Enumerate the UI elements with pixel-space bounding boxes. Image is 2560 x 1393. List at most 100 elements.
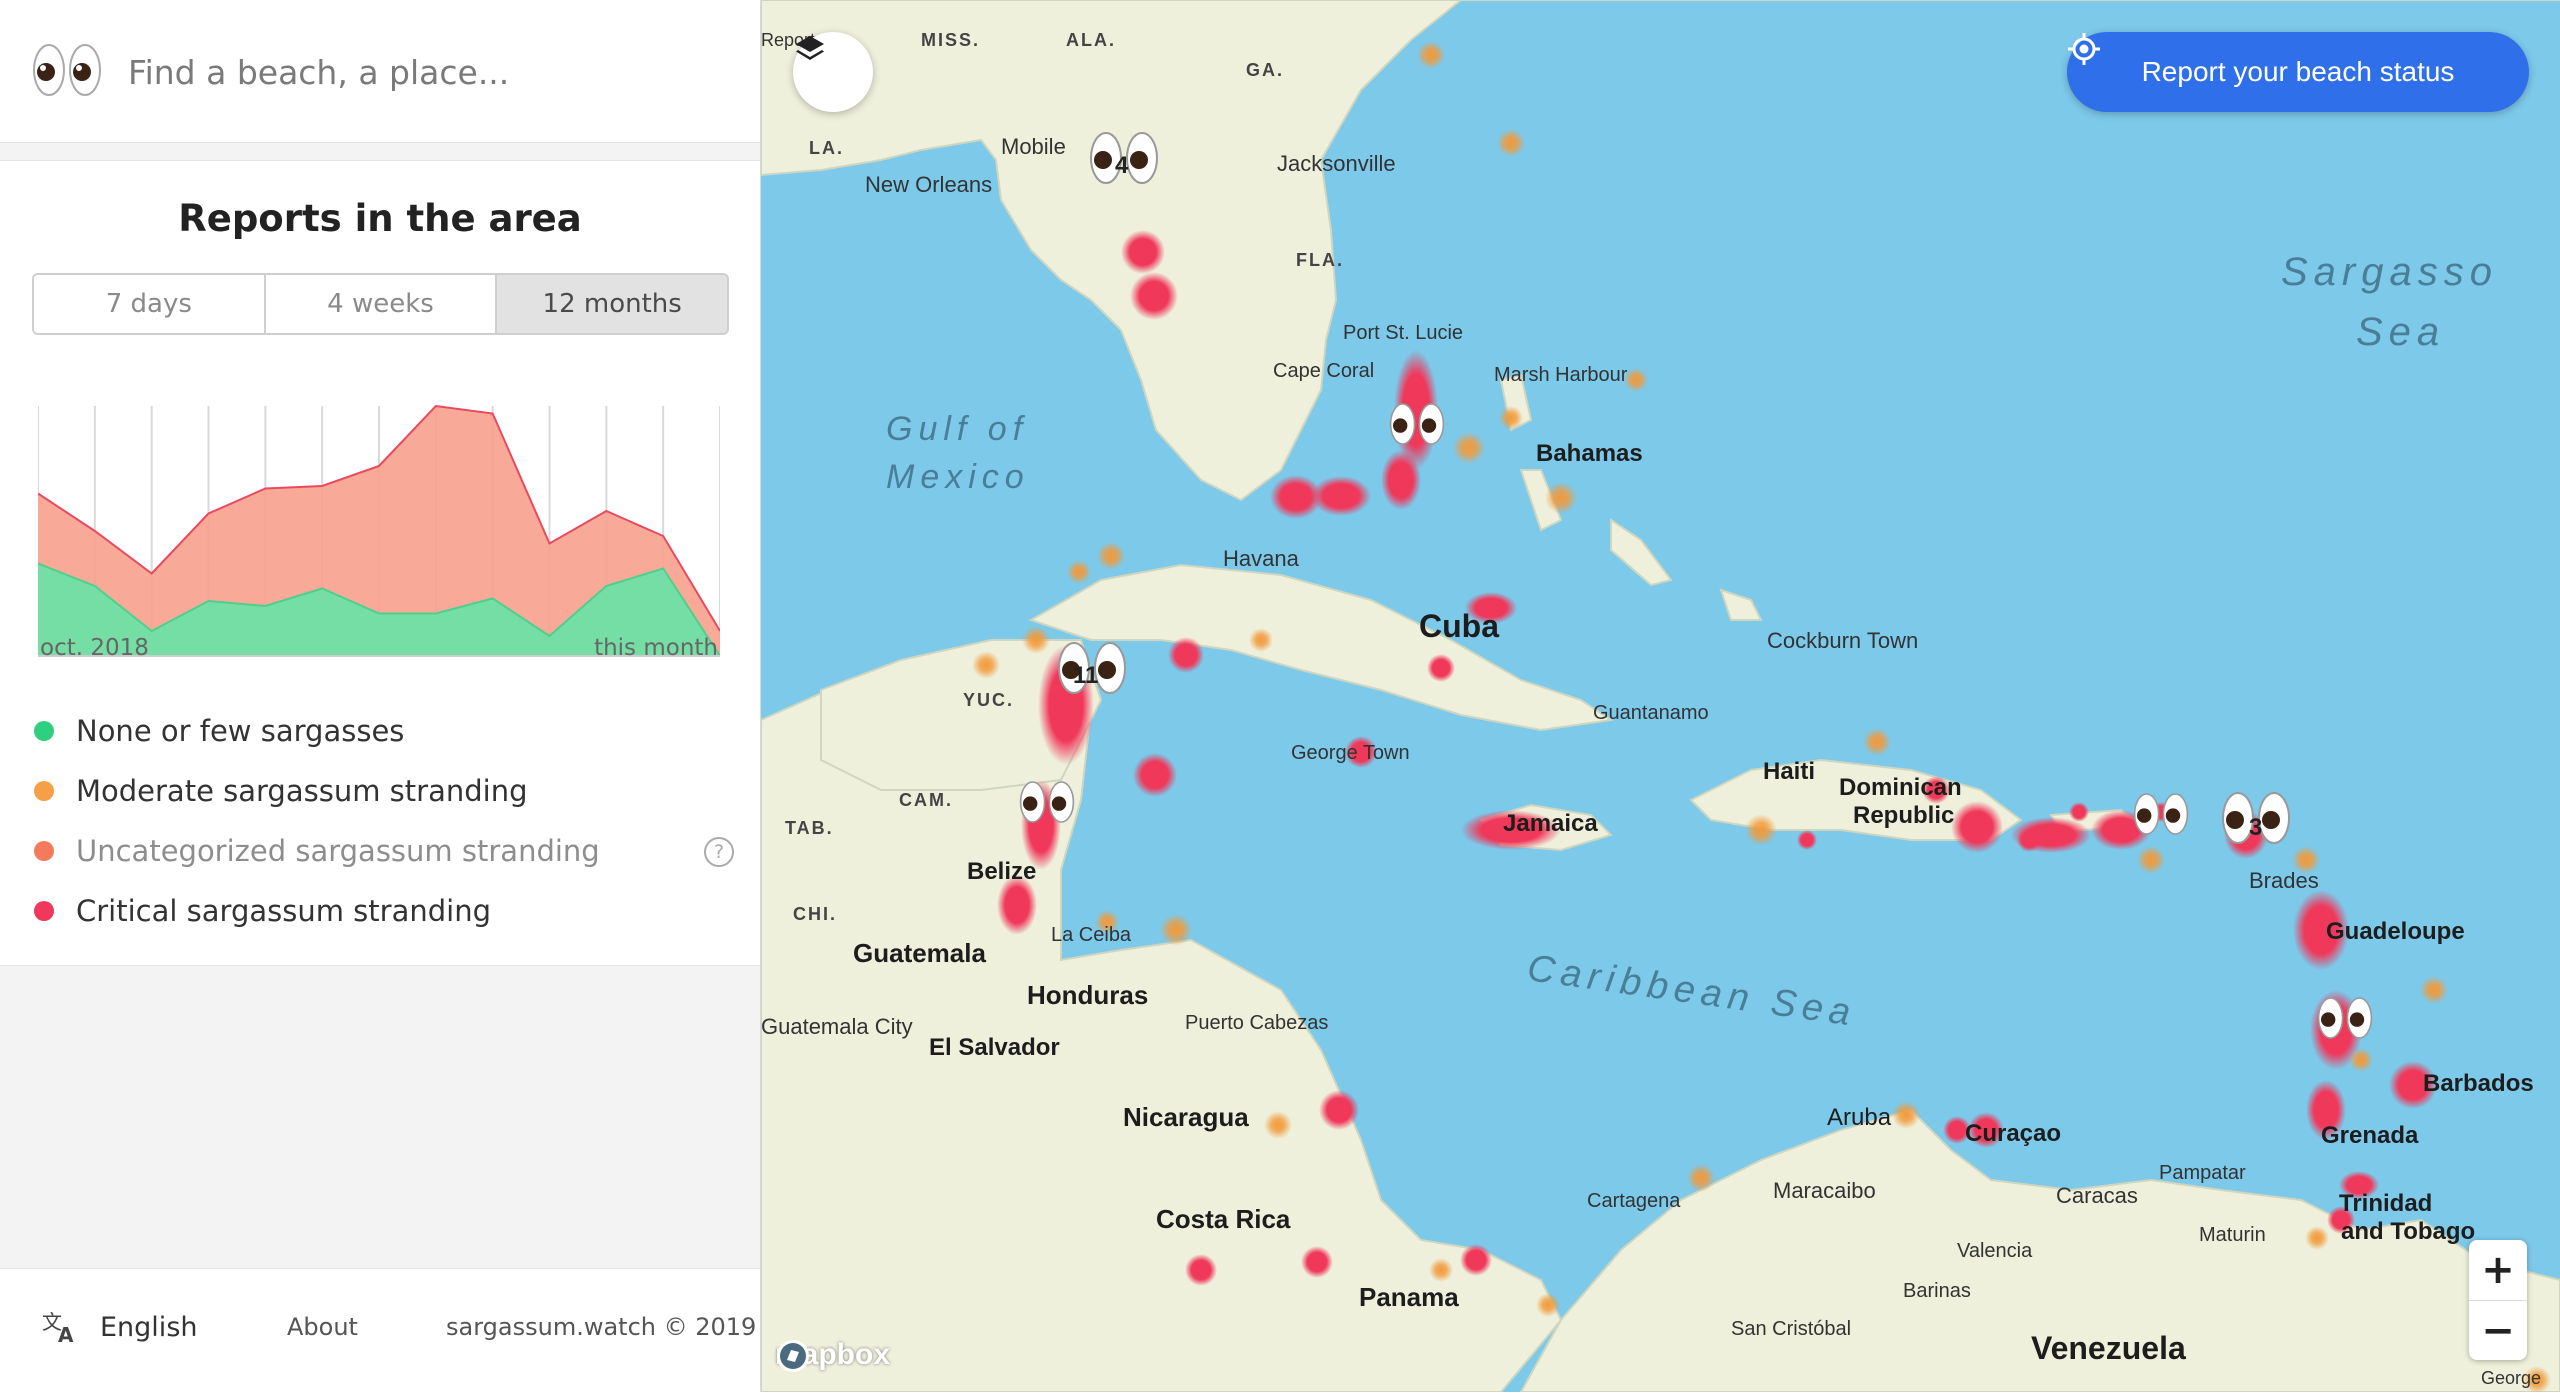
country-label: Costa Rica	[1156, 1204, 1291, 1234]
footer: 文 A English About sargassum.watch © 2019	[0, 1268, 760, 1393]
state-label: CHI.	[793, 904, 837, 924]
legend-item-none: None or few sargasses	[34, 701, 734, 761]
language-label: English	[100, 1311, 198, 1343]
eyes-marker-icon[interactable]	[1389, 400, 1445, 448]
zoom-control: + −	[2469, 1240, 2527, 1360]
translate-icon: 文 A	[42, 1310, 74, 1345]
legend-item-uncategorized: Uncategorized sargassum stranding ?	[34, 821, 734, 881]
country-label: Cuba	[1419, 608, 1499, 644]
city-label: Havana	[1223, 546, 1299, 571]
about-link[interactable]: About	[287, 1313, 358, 1341]
eyes-logo-icon	[33, 44, 101, 96]
legend-label: None or few sargasses	[76, 714, 405, 748]
country-label: Trinidad	[2339, 1190, 2433, 1217]
city-label: Cockburn Town	[1767, 628, 1919, 653]
state-label: TAB.	[785, 818, 834, 838]
country-label: Dominican	[1839, 774, 1962, 801]
city-label: Jacksonville	[1277, 151, 1396, 176]
city-label: Caracas	[2056, 1183, 2138, 1208]
country-label: Venezuela	[2031, 1330, 2186, 1366]
state-label: CAM.	[899, 790, 953, 810]
sidebar: Reports in the area 7 days 4 weeks 12 mo…	[0, 0, 761, 1393]
help-icon[interactable]: ?	[704, 837, 734, 867]
legend-label: Critical sargassum stranding	[76, 894, 491, 928]
zoom-out-button[interactable]: −	[2469, 1301, 2527, 1361]
legend-item-moderate: Moderate sargassum stranding	[34, 761, 734, 821]
cluster-count: 3	[2249, 814, 2263, 841]
sea-label-mexico: Mexico	[886, 458, 1030, 496]
reports-panel: Reports in the area 7 days 4 weeks 12 mo…	[0, 160, 760, 966]
tab-4-weeks[interactable]: 4 weeks	[265, 275, 498, 333]
legend-dot-orange	[34, 781, 54, 801]
city-label: Marsh Harbour	[1494, 364, 1628, 386]
country-label: Panama	[1359, 1282, 1459, 1312]
language-selector[interactable]: 文 A English	[40, 1309, 198, 1345]
sea-label-sargasso: Sargasso	[2281, 250, 2498, 294]
country-label: Guadeloupe	[2326, 918, 2465, 945]
city-label: Cape Coral	[1273, 360, 1375, 382]
country-label: El Salvador	[929, 1034, 1060, 1061]
map-attribution: George	[2481, 1368, 2542, 1388]
state-label: GA.	[1246, 60, 1285, 80]
country-label: Guatemala	[853, 938, 986, 968]
land-bahamas	[1499, 373, 1763, 621]
svg-text:A: A	[58, 1323, 74, 1345]
country-label: Barbados	[2423, 1070, 2534, 1097]
search-bar	[0, 0, 760, 143]
eyes-marker-icon[interactable]	[2133, 790, 2189, 838]
eyes-marker-icon[interactable]	[1019, 778, 1075, 826]
city-label: Mobile	[1001, 134, 1066, 159]
layers-button[interactable]	[793, 32, 873, 112]
map-base-layer	[761, 0, 2560, 1392]
search-input[interactable]	[126, 36, 730, 108]
city-label: Guantanamo	[1593, 702, 1709, 724]
sea-label-gulf: Gulf of	[886, 410, 1029, 448]
city-label: New Orleans	[865, 172, 993, 197]
city-label: Maracaibo	[1773, 1178, 1876, 1203]
city-label: Cartagena	[1587, 1190, 1681, 1212]
locate-icon	[2068, 33, 2100, 65]
sea-label-sea: Sea	[2356, 310, 2446, 354]
mapbox-icon	[777, 1340, 809, 1372]
period-tabs: 7 days 4 weeks 12 months	[32, 273, 729, 335]
state-label: LA.	[809, 138, 844, 158]
mapbox-logo[interactable]: mapbox	[775, 1338, 890, 1372]
legend-label: Moderate sargassum stranding	[76, 774, 528, 808]
city-label: George Town	[1291, 742, 1410, 764]
panel-title: Reports in the area	[178, 197, 582, 240]
tab-12-months[interactable]: 12 months	[497, 275, 727, 333]
legend: None or few sargasses Moderate sargassum…	[34, 701, 734, 941]
country-label: Bahamas	[1536, 440, 1643, 467]
country-label: Republic	[1853, 802, 1955, 829]
city-label: Brades	[2249, 868, 2319, 893]
city-label: Valencia	[1957, 1240, 2033, 1262]
state-label: ALA.	[1066, 30, 1116, 50]
state-label: FLA.	[1296, 250, 1344, 270]
layers-icon	[796, 36, 824, 60]
country-label: Belize	[967, 858, 1037, 885]
city-label: Port St. Lucie	[1343, 322, 1464, 344]
legend-label: Uncategorized sargassum stranding	[76, 834, 600, 868]
report-button-label: Report your beach status	[2141, 56, 2455, 87]
country-label: Haiti	[1763, 758, 1816, 785]
chart-x-label-start: oct. 2018	[40, 635, 149, 661]
country-label: Jamaica	[1503, 810, 1598, 837]
zoom-in-button[interactable]: +	[2469, 1240, 2527, 1301]
report-beach-status-button[interactable]: Report your beach status	[2067, 32, 2529, 112]
city-label: Barinas	[1903, 1280, 1971, 1302]
country-label: Honduras	[1027, 980, 1149, 1010]
copyright-text: sargassum.watch © 2019	[446, 1313, 757, 1341]
cluster-count: 11	[1073, 662, 1099, 689]
country-label: Nicaragua	[1123, 1102, 1249, 1132]
legend-item-critical: Critical sargassum stranding	[34, 881, 734, 941]
country-label: Grenada	[2321, 1122, 2419, 1149]
country-label: Curaçao	[1965, 1120, 2062, 1147]
country-label: and Tobago	[2341, 1218, 2476, 1245]
chart-x-label-end: this month	[594, 635, 718, 661]
legend-dot-green	[34, 721, 54, 741]
cluster-count: 4	[1115, 152, 1129, 179]
state-label: MISS.	[921, 30, 981, 50]
map-view[interactable]: Gulf of Mexico Sargasso Sea Caribbean Se…	[761, 0, 2560, 1392]
tab-7-days[interactable]: 7 days	[34, 275, 266, 333]
eyes-marker-icon[interactable]	[2317, 994, 2373, 1042]
